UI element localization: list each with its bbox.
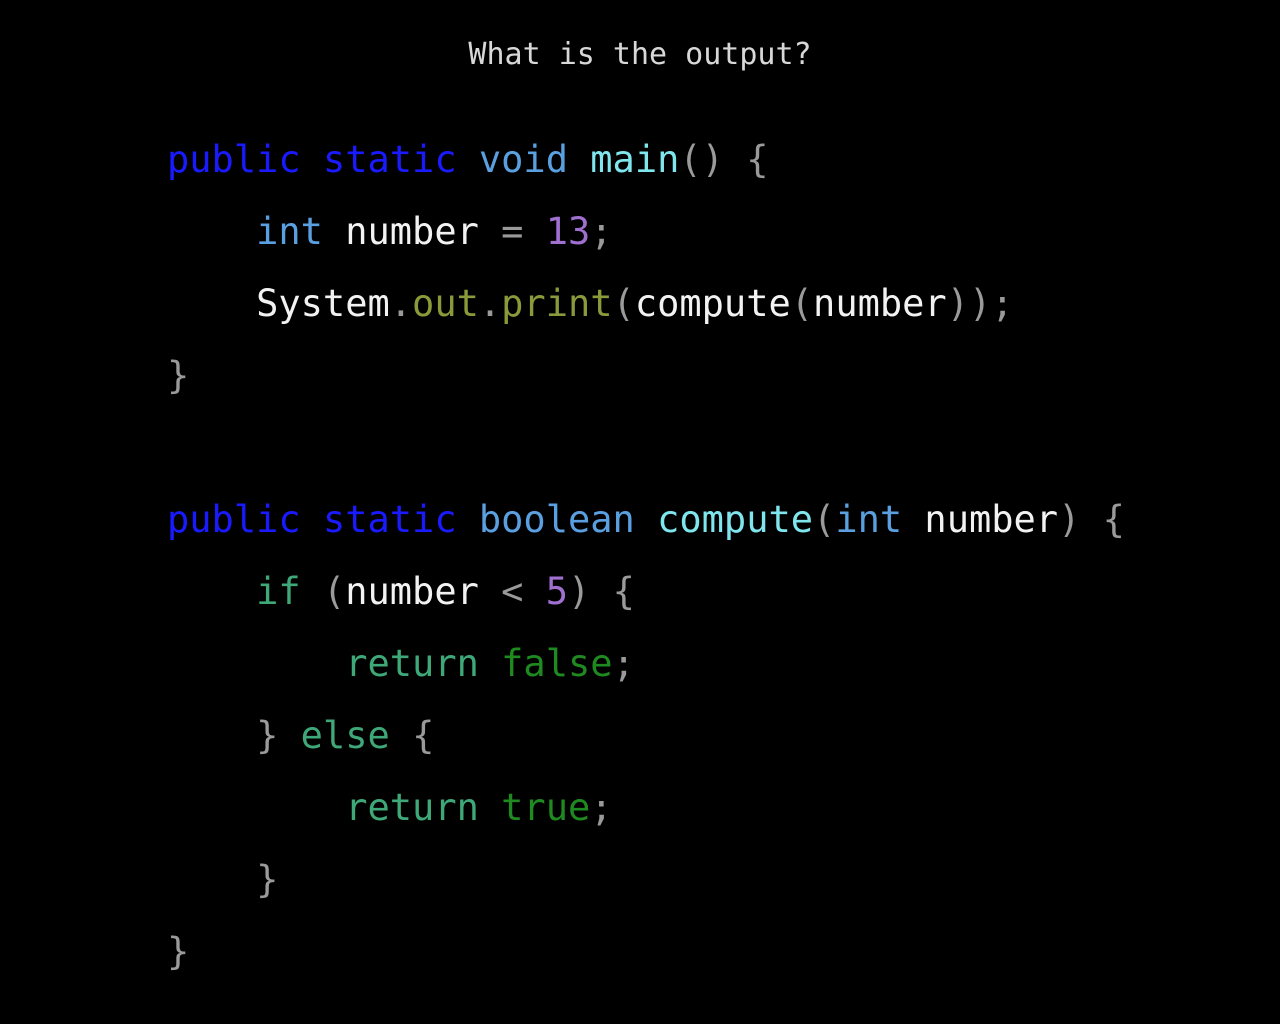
code-token-identifier: [902, 498, 924, 541]
code-token-identifier: number: [924, 498, 1059, 541]
code-token-punctuation: ): [568, 570, 591, 613]
code-token-returnKeyword: return: [345, 786, 479, 829]
code-token-punctuation: ): [1058, 498, 1081, 541]
code-token-identifier: [167, 714, 256, 757]
code-token-punctuation: .: [478, 282, 502, 325]
code-line: public static void main() {: [167, 124, 1125, 196]
code-token-member: print: [501, 282, 613, 325]
code-token-punctuation: (: [322, 570, 346, 613]
code-line: } else {: [167, 700, 1125, 772]
code-token-identifier: [323, 210, 345, 253]
code-token-identifier: [301, 138, 323, 181]
code-token-identifier: number: [345, 570, 479, 613]
code-token-punctuation: ;: [590, 786, 613, 829]
code-token-identifier: [523, 210, 545, 253]
code-token-identifier: [457, 138, 479, 181]
code-token-identifier: [479, 570, 501, 613]
code-token-punctuation: =: [501, 210, 524, 253]
code-token-returnKeyword: return: [345, 642, 479, 685]
code-token-identifier: System: [256, 282, 390, 325]
code-token-punctuation: (: [813, 498, 836, 541]
code-token-modifier: static: [322, 498, 457, 541]
code-token-identifier: [167, 858, 256, 901]
code-token-identifier: [301, 498, 323, 541]
code-token-identifier: [301, 570, 323, 613]
code-token-identifier: [390, 714, 412, 757]
code-token-punctuation: {: [746, 138, 769, 181]
code-token-identifier: [167, 210, 256, 253]
code-token-number: 5: [545, 570, 569, 613]
code-token-number: 13: [545, 210, 591, 253]
code-token-punctuation: (: [612, 282, 635, 325]
code-token-identifier: number: [345, 210, 479, 253]
code-token-modifier: static: [322, 138, 457, 181]
question-heading: What is the output?: [468, 37, 812, 72]
code-token-identifier: number: [813, 282, 947, 325]
code-line: int number = 13;: [167, 196, 1125, 268]
code-block: public static void main() { int number =…: [167, 124, 1125, 988]
code-token-identifier: [167, 786, 345, 829]
code-token-punctuation: (): [679, 138, 724, 181]
code-token-control: if: [256, 570, 301, 613]
code-token-member: out: [412, 282, 479, 325]
code-line: return false;: [167, 628, 1125, 700]
code-token-control: else: [300, 714, 390, 757]
code-token-method: main: [590, 138, 680, 181]
code-token-identifier: [167, 642, 345, 685]
code-token-punctuation: .: [389, 282, 413, 325]
code-token-punctuation: }: [167, 354, 190, 397]
code-token-type: boolean: [478, 498, 635, 541]
code-token-identifier: [278, 714, 300, 757]
code-token-type: int: [835, 498, 903, 541]
code-token-identifier: compute: [634, 282, 791, 325]
code-token-punctuation: }: [167, 930, 190, 973]
code-line: }: [167, 916, 1125, 988]
code-token-literal: false: [501, 642, 613, 685]
code-token-punctuation: <: [501, 570, 524, 613]
code-token-method: compute: [657, 498, 814, 541]
code-token-identifier: [1080, 498, 1102, 541]
code-line: }: [167, 844, 1125, 916]
code-token-punctuation: {: [412, 714, 435, 757]
code-token-punctuation: {: [1102, 498, 1125, 541]
code-token-modifier: public: [167, 498, 301, 541]
code-token-punctuation: ;: [612, 642, 635, 685]
code-token-identifier: [523, 570, 545, 613]
code-token-identifier: [167, 282, 256, 325]
code-token-identifier: [479, 786, 501, 829]
code-token-punctuation: }: [256, 858, 279, 901]
code-line: if (number < 5) {: [167, 556, 1125, 628]
code-token-punctuation: ;: [590, 210, 613, 253]
code-token-modifier: public: [167, 138, 301, 181]
code-token-type: int: [256, 210, 323, 253]
code-line: public static boolean compute(int number…: [167, 484, 1125, 556]
code-token-identifier: [167, 570, 256, 613]
code-token-identifier: [568, 138, 590, 181]
code-token-identifier: [724, 138, 746, 181]
code-token-punctuation: ));: [946, 282, 1014, 325]
code-token-identifier: [590, 570, 612, 613]
code-token-punctuation: (: [790, 282, 814, 325]
code-line: System.out.print(compute(number));: [167, 268, 1125, 340]
code-token-identifier: [479, 642, 501, 685]
code-token-punctuation: }: [256, 714, 279, 757]
code-token-identifier: [457, 498, 479, 541]
code-token-literal: true: [501, 786, 591, 829]
code-token-punctuation: {: [612, 570, 635, 613]
code-line: return true;: [167, 772, 1125, 844]
code-token-identifier: [635, 498, 657, 541]
code-token-type: void: [478, 138, 568, 181]
code-token-identifier: [479, 210, 501, 253]
code-line: }: [167, 340, 1125, 412]
